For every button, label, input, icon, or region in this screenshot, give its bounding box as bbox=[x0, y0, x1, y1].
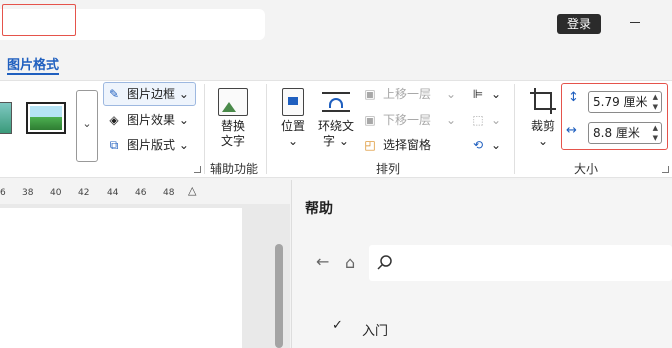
login-button[interactable]: 登录 bbox=[557, 14, 601, 34]
group-separator bbox=[204, 84, 205, 174]
crop-dropdown-icon: ⌄ bbox=[537, 134, 549, 148]
search-icon bbox=[377, 255, 392, 270]
send-backward-label: 下移一层 bbox=[383, 113, 432, 127]
picture-effects-icon: ◈ bbox=[109, 113, 119, 127]
ruler-tick: 44 bbox=[107, 188, 119, 198]
selection-pane-label: 选择窗格 bbox=[383, 138, 432, 152]
help-item-getting-started[interactable]: 入门 bbox=[362, 320, 388, 339]
home-icon[interactable]: ⌂ bbox=[345, 253, 355, 272]
crop-label: 裁剪 bbox=[530, 119, 555, 133]
horizontal-ruler: 6 38 40 42 44 46 48 △ bbox=[0, 180, 205, 204]
group-separator bbox=[514, 84, 515, 174]
height-input[interactable]: 5.79 厘米 ▲ ▼ bbox=[588, 91, 662, 113]
picture-styles-launcher-icon[interactable] bbox=[194, 166, 201, 173]
height-icon: ↕ bbox=[568, 90, 579, 105]
position-button[interactable]: 位置 ⌄ bbox=[276, 88, 310, 149]
minimize-icon[interactable] bbox=[630, 22, 640, 23]
width-input[interactable]: 8.8 厘米 ▲ ▼ bbox=[588, 122, 662, 144]
size-group-label: 大小 bbox=[574, 162, 599, 176]
position-label: 位置 bbox=[280, 119, 305, 133]
wrap-text-label-2: 字 ⌄ bbox=[323, 134, 349, 148]
wrap-text-label-1: 环绕文 bbox=[317, 119, 354, 133]
ruler-tick: 46 bbox=[135, 188, 147, 198]
rotate-button[interactable]: ⟲ ⌄ bbox=[470, 135, 501, 155]
wrap-text-icon bbox=[321, 88, 351, 116]
picture-layout-label: 图片版式 bbox=[127, 138, 176, 152]
bring-forward-dropdown-icon[interactable]: ⌄ bbox=[446, 84, 456, 104]
ruler-tick: 40 bbox=[50, 188, 62, 198]
size-launcher-icon[interactable] bbox=[662, 166, 669, 173]
picture-style-thumbnail[interactable] bbox=[0, 102, 12, 134]
group-icon: ⬚ bbox=[472, 113, 484, 127]
picture-border-label: 图片边框 bbox=[127, 87, 176, 101]
crop-icon bbox=[530, 88, 556, 116]
accessibility-group-label: 辅助功能 bbox=[210, 162, 259, 176]
group-separator bbox=[266, 84, 267, 174]
ruler-tick: 38 bbox=[22, 188, 34, 198]
active-tab-underline bbox=[7, 73, 59, 75]
send-backward-icon: ▣ bbox=[364, 113, 376, 127]
send-backward-button[interactable]: ▣ 下移一层 bbox=[362, 110, 431, 130]
help-search-input[interactable] bbox=[369, 245, 672, 281]
ruler-tick: 48 bbox=[163, 188, 175, 198]
bring-forward-button[interactable]: ▣ 上移一层 bbox=[362, 84, 431, 104]
picture-layout-button[interactable]: ⧉ 图片版式 ⌄ bbox=[106, 135, 189, 155]
ruler-tick: 42 bbox=[78, 188, 90, 198]
picture-border-icon: ✎ bbox=[108, 87, 120, 101]
bring-forward-icon: ▣ bbox=[364, 87, 376, 101]
styles-gallery-more-button[interactable]: ⌄ bbox=[76, 90, 98, 162]
checkmark-icon: ✓ bbox=[332, 318, 343, 333]
title-bar: 登录 bbox=[0, 0, 672, 46]
back-arrow-icon[interactable]: ← bbox=[316, 252, 329, 271]
crop-button[interactable]: 裁剪 ⌄ bbox=[526, 88, 560, 149]
send-backward-dropdown-icon[interactable]: ⌄ bbox=[446, 110, 456, 130]
ruler-tick: 6 bbox=[0, 188, 6, 198]
wrap-text-button[interactable]: 环绕文 字 ⌄ bbox=[314, 88, 358, 149]
alt-text-label-1: 替换 bbox=[220, 119, 245, 133]
height-value: 5.79 厘米 bbox=[593, 95, 648, 109]
align-button[interactable]: ⊫ ⌄ bbox=[470, 84, 501, 104]
tab-picture-format[interactable] bbox=[2, 4, 76, 36]
picture-layout-icon: ⧉ bbox=[109, 138, 119, 152]
width-spinner[interactable]: ▲ ▼ bbox=[653, 123, 658, 143]
position-icon bbox=[282, 88, 304, 116]
selection-pane-icon: ◰ bbox=[364, 138, 376, 152]
selection-pane-button[interactable]: ◰ 选择窗格 bbox=[362, 135, 431, 155]
align-icon: ⊫ bbox=[472, 87, 484, 101]
picture-effects-label: 图片效果 bbox=[127, 113, 176, 127]
bring-forward-label: 上移一层 bbox=[383, 87, 432, 101]
alt-text-button[interactable]: 替换 文字 bbox=[212, 88, 254, 149]
tab-picture-format-label: 图片格式 bbox=[7, 58, 60, 73]
alt-text-icon bbox=[218, 88, 248, 116]
width-icon: ↔ bbox=[566, 123, 577, 138]
alt-text-label-2: 文字 bbox=[220, 134, 245, 148]
position-dropdown-icon: ⌄ bbox=[287, 134, 299, 148]
ruler-indent-marker-icon[interactable]: △ bbox=[188, 184, 196, 197]
width-value: 8.8 厘米 bbox=[593, 126, 640, 140]
rotate-icon: ⟲ bbox=[472, 138, 484, 152]
ribbon-tab-row bbox=[0, 46, 672, 80]
arrange-group-label: 排列 bbox=[376, 162, 401, 176]
group-button[interactable]: ⬚ ⌄ bbox=[470, 110, 501, 130]
document-page[interactable] bbox=[0, 208, 242, 348]
picture-style-thumbnail[interactable] bbox=[26, 102, 66, 134]
picture-border-button[interactable]: ✎ 图片边框 ⌄ bbox=[106, 84, 189, 104]
picture-effects-button[interactable]: ◈ 图片效果 ⌄ bbox=[106, 110, 189, 130]
help-pane-title: 帮助 bbox=[305, 201, 333, 217]
document-scrollbar[interactable] bbox=[275, 244, 283, 348]
height-spinner[interactable]: ▲ ▼ bbox=[653, 92, 658, 112]
